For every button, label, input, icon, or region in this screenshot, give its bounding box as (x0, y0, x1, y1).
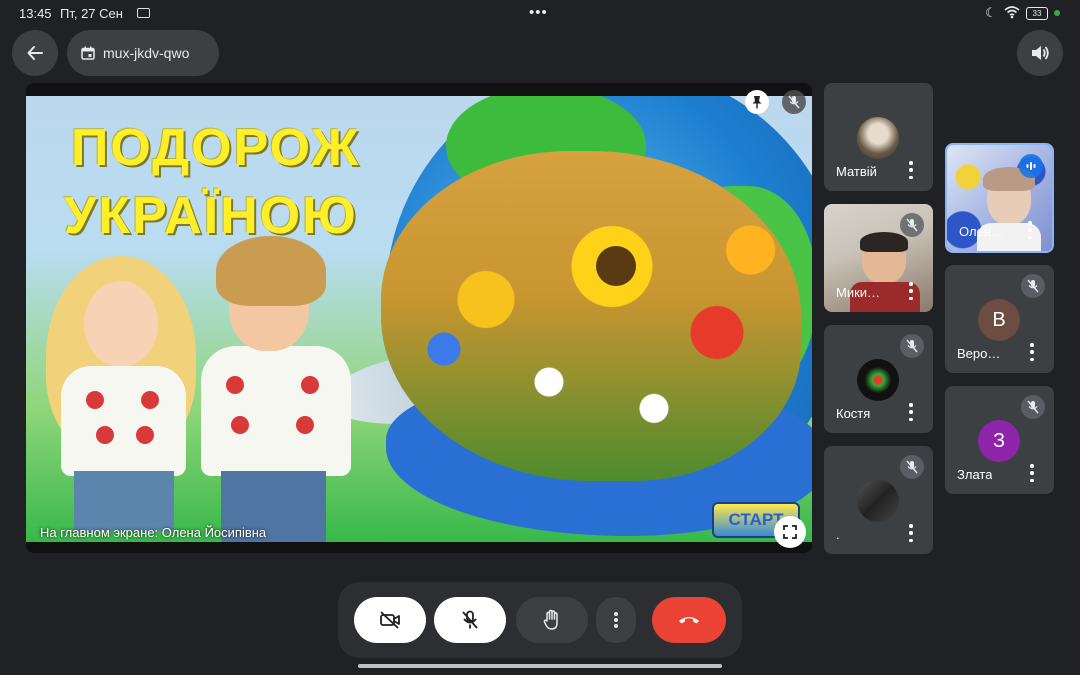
more-vert-icon[interactable] (903, 282, 919, 300)
speaking-indicator (1019, 154, 1043, 178)
participant-name: Злата (957, 467, 993, 482)
cast-icon (137, 8, 150, 18)
pin-button[interactable] (745, 90, 769, 114)
girl-illustration (46, 256, 206, 542)
hang-up-icon (679, 617, 699, 624)
more-vert-icon[interactable] (1024, 464, 1040, 482)
mic-off-icon (906, 460, 918, 474)
avatar (857, 117, 899, 159)
participant-tile[interactable]: Костя (824, 325, 933, 433)
participant-name: Веро… (957, 346, 1001, 361)
flower-bouquet-illustration (381, 151, 801, 481)
status-time: 13:45 (19, 6, 52, 21)
more-options-button[interactable] (596, 597, 636, 643)
calendar-icon (81, 46, 95, 60)
participant-tile[interactable]: З Злата (945, 386, 1054, 494)
more-vert-icon[interactable] (903, 161, 919, 179)
hang-up-button[interactable] (652, 597, 726, 643)
audio-level-icon (1026, 162, 1036, 170)
mic-off-icon (906, 218, 918, 232)
battery-indicator: 33 (1026, 7, 1048, 20)
arrow-left-icon (27, 46, 43, 60)
do-not-disturb-icon: ☾ (985, 5, 997, 20)
mic-off-icon (1027, 400, 1039, 414)
status-bar: 13:45 Пт, 27 Сен ••• ☾ 33 (0, 0, 1080, 28)
avatar (857, 480, 899, 522)
call-controls (338, 582, 742, 658)
participant-name: . (836, 527, 840, 542)
more-vert-icon[interactable] (1024, 343, 1040, 361)
participant-name: Костя (836, 406, 871, 421)
participant-tile[interactable]: В Веро… (945, 265, 1054, 373)
mic-toggle-button[interactable] (434, 597, 506, 643)
mic-off-icon (788, 95, 800, 109)
avatar: З (978, 420, 1020, 462)
home-indicator[interactable] (358, 664, 722, 668)
back-button[interactable] (12, 30, 58, 76)
more-vert-icon[interactable] (903, 403, 919, 421)
wifi-icon (1004, 6, 1020, 19)
mute-indicator (1021, 395, 1045, 419)
mic-off-icon (906, 339, 918, 353)
audio-output-button[interactable] (1017, 30, 1063, 76)
pin-icon (752, 96, 762, 109)
more-vert-icon (614, 612, 618, 628)
participant-name: Матвій (836, 164, 877, 179)
slide-title-line1: ПОДОРОЖ (71, 119, 361, 177)
camera-off-icon (380, 611, 400, 629)
participant-tile[interactable]: Мики… (824, 204, 933, 312)
participant-tile[interactable]: Матвій (824, 83, 933, 191)
mic-off-icon (1027, 279, 1039, 293)
participant-tile[interactable]: . (824, 446, 933, 554)
boy-illustration (191, 236, 356, 542)
participant-tile-active-speaker[interactable]: Олен… (945, 143, 1054, 253)
more-vert-icon[interactable] (1022, 221, 1038, 239)
main-stage[interactable]: ПОДОРОЖ УКРАЇНОЮ СТАРТ На главном экране… (26, 83, 812, 553)
raise-hand-icon (543, 609, 558, 630)
fullscreen-button[interactable] (774, 516, 806, 548)
mute-indicator (1021, 274, 1045, 298)
multitask-dots-icon[interactable]: ••• (529, 4, 548, 21)
mic-active-dot-icon (1054, 10, 1060, 16)
mute-indicator (900, 213, 924, 237)
meeting-code: mux-jkdv-qwo (103, 45, 190, 61)
more-vert-icon[interactable] (903, 524, 919, 542)
mute-indicator (900, 334, 924, 358)
volume-icon (1032, 46, 1049, 60)
mute-indicator (900, 455, 924, 479)
mic-off-icon (462, 610, 478, 629)
presenter-label: На главном экране: Олена Йосипівна (40, 525, 267, 540)
presentation-slide: ПОДОРОЖ УКРАЇНОЮ СТАРТ (26, 96, 812, 542)
participant-name: Мики… (836, 285, 881, 300)
meeting-code-button[interactable]: mux-jkdv-qwo (67, 30, 219, 76)
fullscreen-icon (783, 525, 797, 539)
camera-toggle-button[interactable] (354, 597, 426, 643)
avatar (857, 359, 899, 401)
avatar: В (978, 299, 1020, 341)
stage-mute-indicator (782, 90, 806, 114)
participant-name: Олен… (959, 224, 1004, 239)
raise-hand-button[interactable] (516, 597, 588, 643)
status-date: Пт, 27 Сен (60, 6, 123, 21)
